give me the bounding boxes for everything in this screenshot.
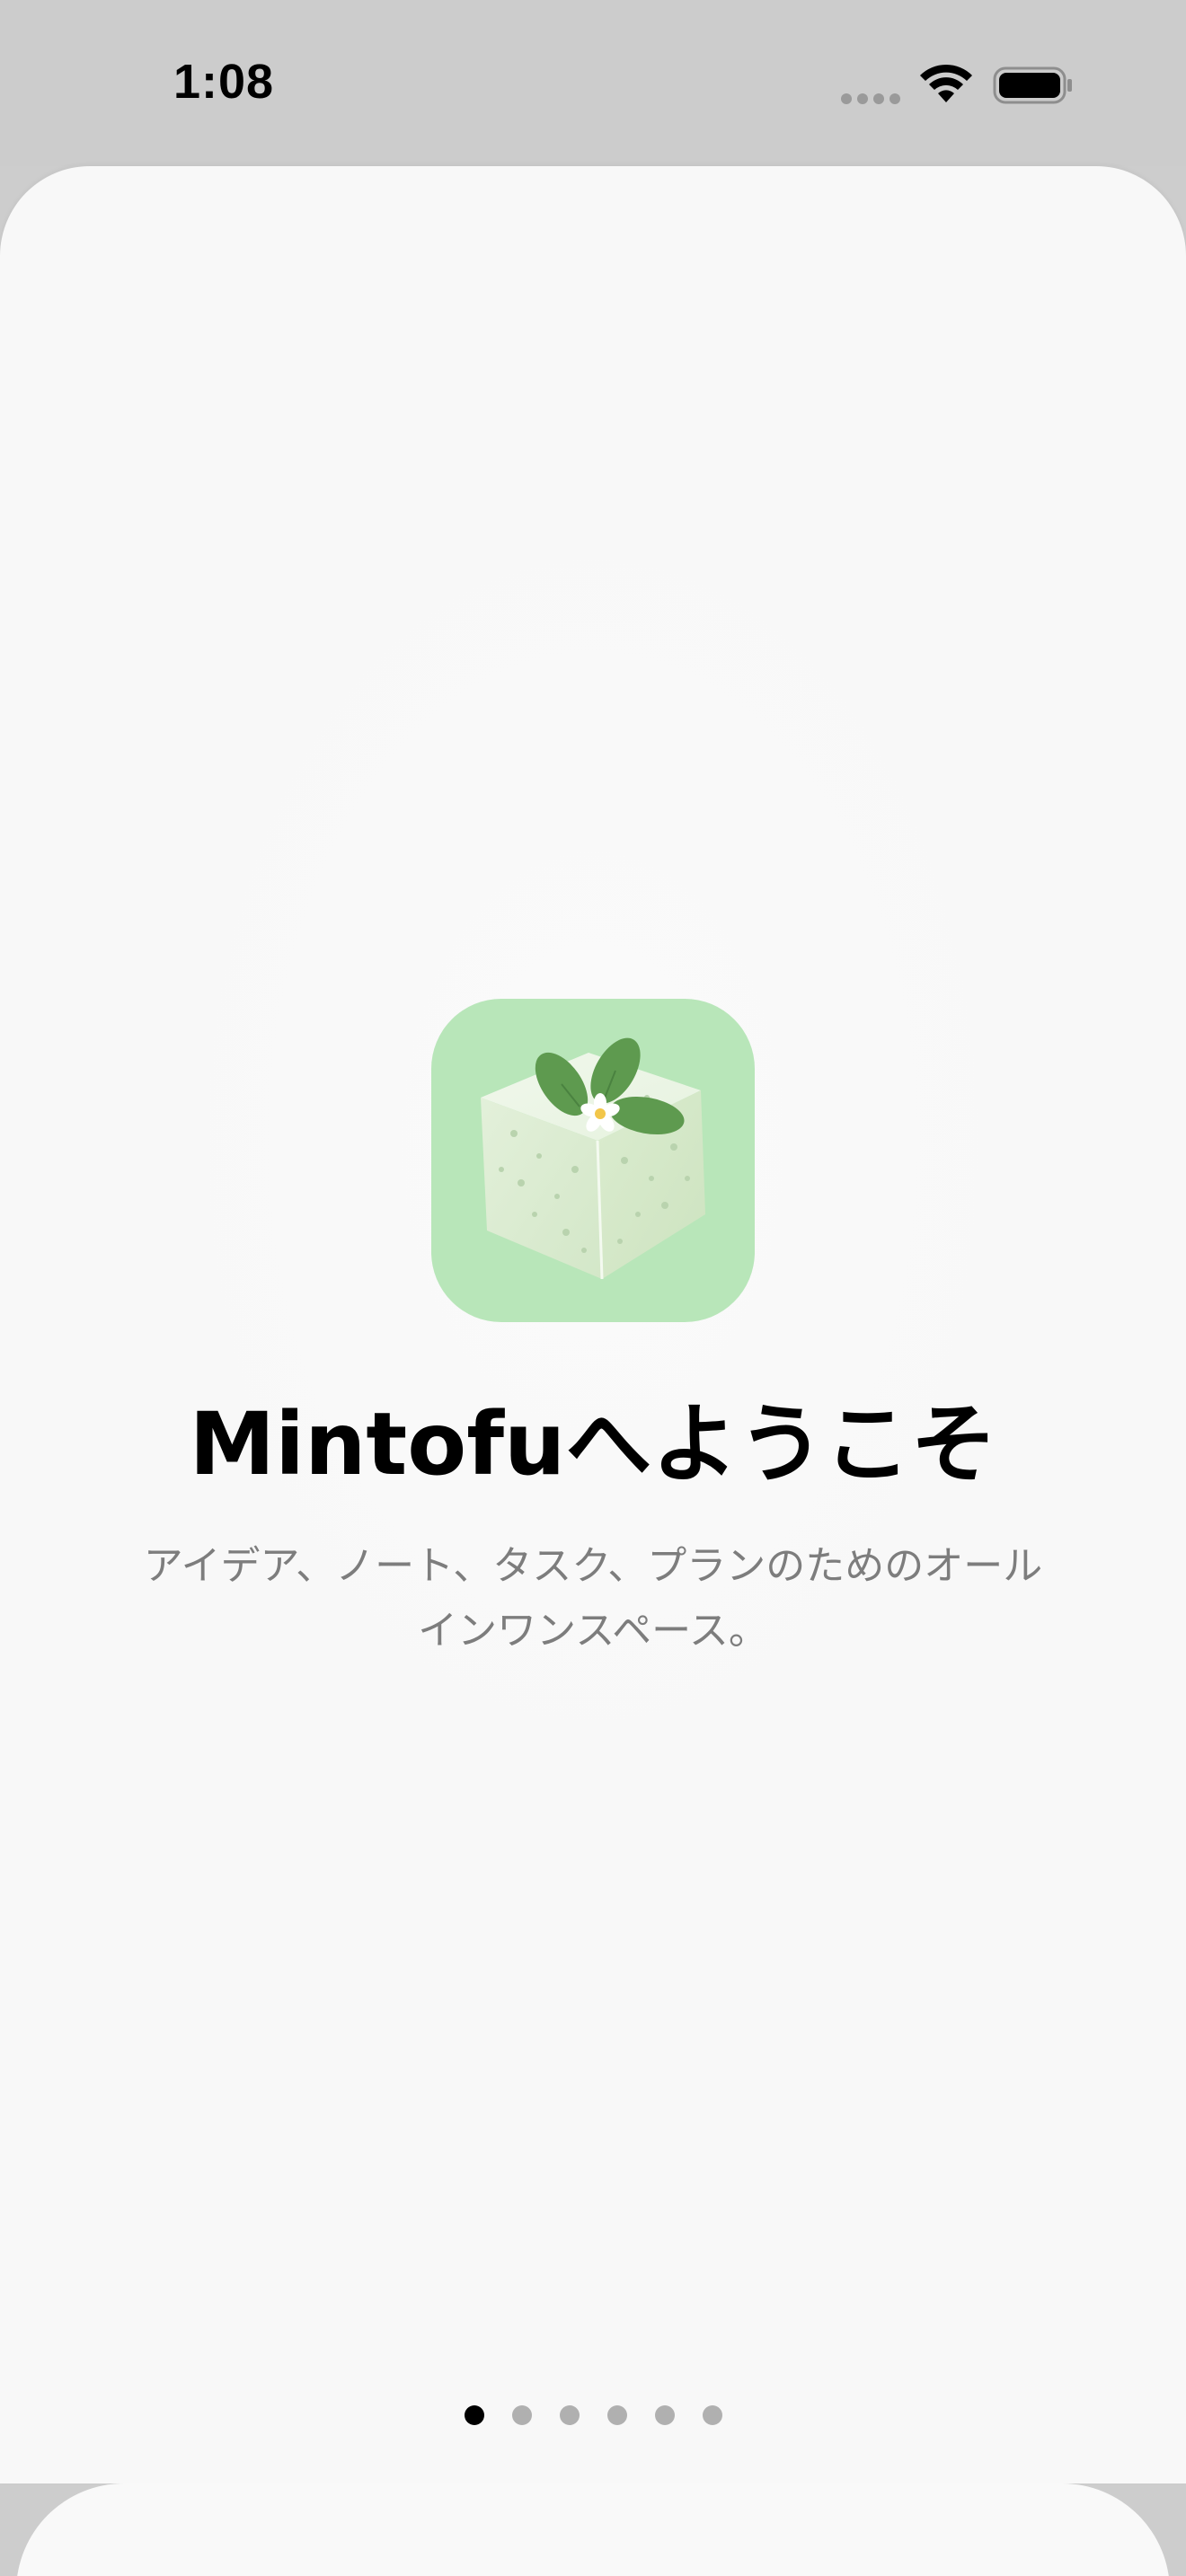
page-indicator[interactable] (0, 2405, 1186, 2425)
page-dot-2[interactable] (511, 2405, 532, 2425)
page-dot-3[interactable] (559, 2405, 580, 2425)
bottom-sheet-edge (16, 2483, 1170, 2576)
wifi-icon (920, 64, 972, 102)
welcome-subtitle: アイデア、ノート、タスク、プランのためのオール インワンスペース。 (90, 1534, 1096, 1663)
mintofu-app-icon (431, 999, 755, 1322)
battery-icon (993, 66, 1072, 104)
page-dot-5[interactable] (654, 2405, 675, 2425)
status-time: 1:08 (173, 55, 275, 109)
page-dot-1[interactable] (464, 2405, 484, 2425)
status-bar: 1:08 (0, 0, 1186, 166)
cellular-dots-icon (841, 93, 900, 104)
screen: 1:08 Mintofuへようこそ アイデア、ノート、タスク、プランのためのオー… (0, 0, 1186, 2576)
page-dot-6[interactable] (702, 2405, 722, 2425)
page-dot-4[interactable] (606, 2405, 627, 2425)
welcome-title: Mintofuへようこそ (189, 1394, 997, 1495)
subtitle-line-1: アイデア、ノート、タスク、プランのためのオール (143, 1543, 1043, 1589)
subtitle-line-2: インワンスペース。 (418, 1608, 768, 1654)
onboarding-sheet (0, 166, 1186, 2483)
tofu-cube-icon (481, 1037, 705, 1280)
